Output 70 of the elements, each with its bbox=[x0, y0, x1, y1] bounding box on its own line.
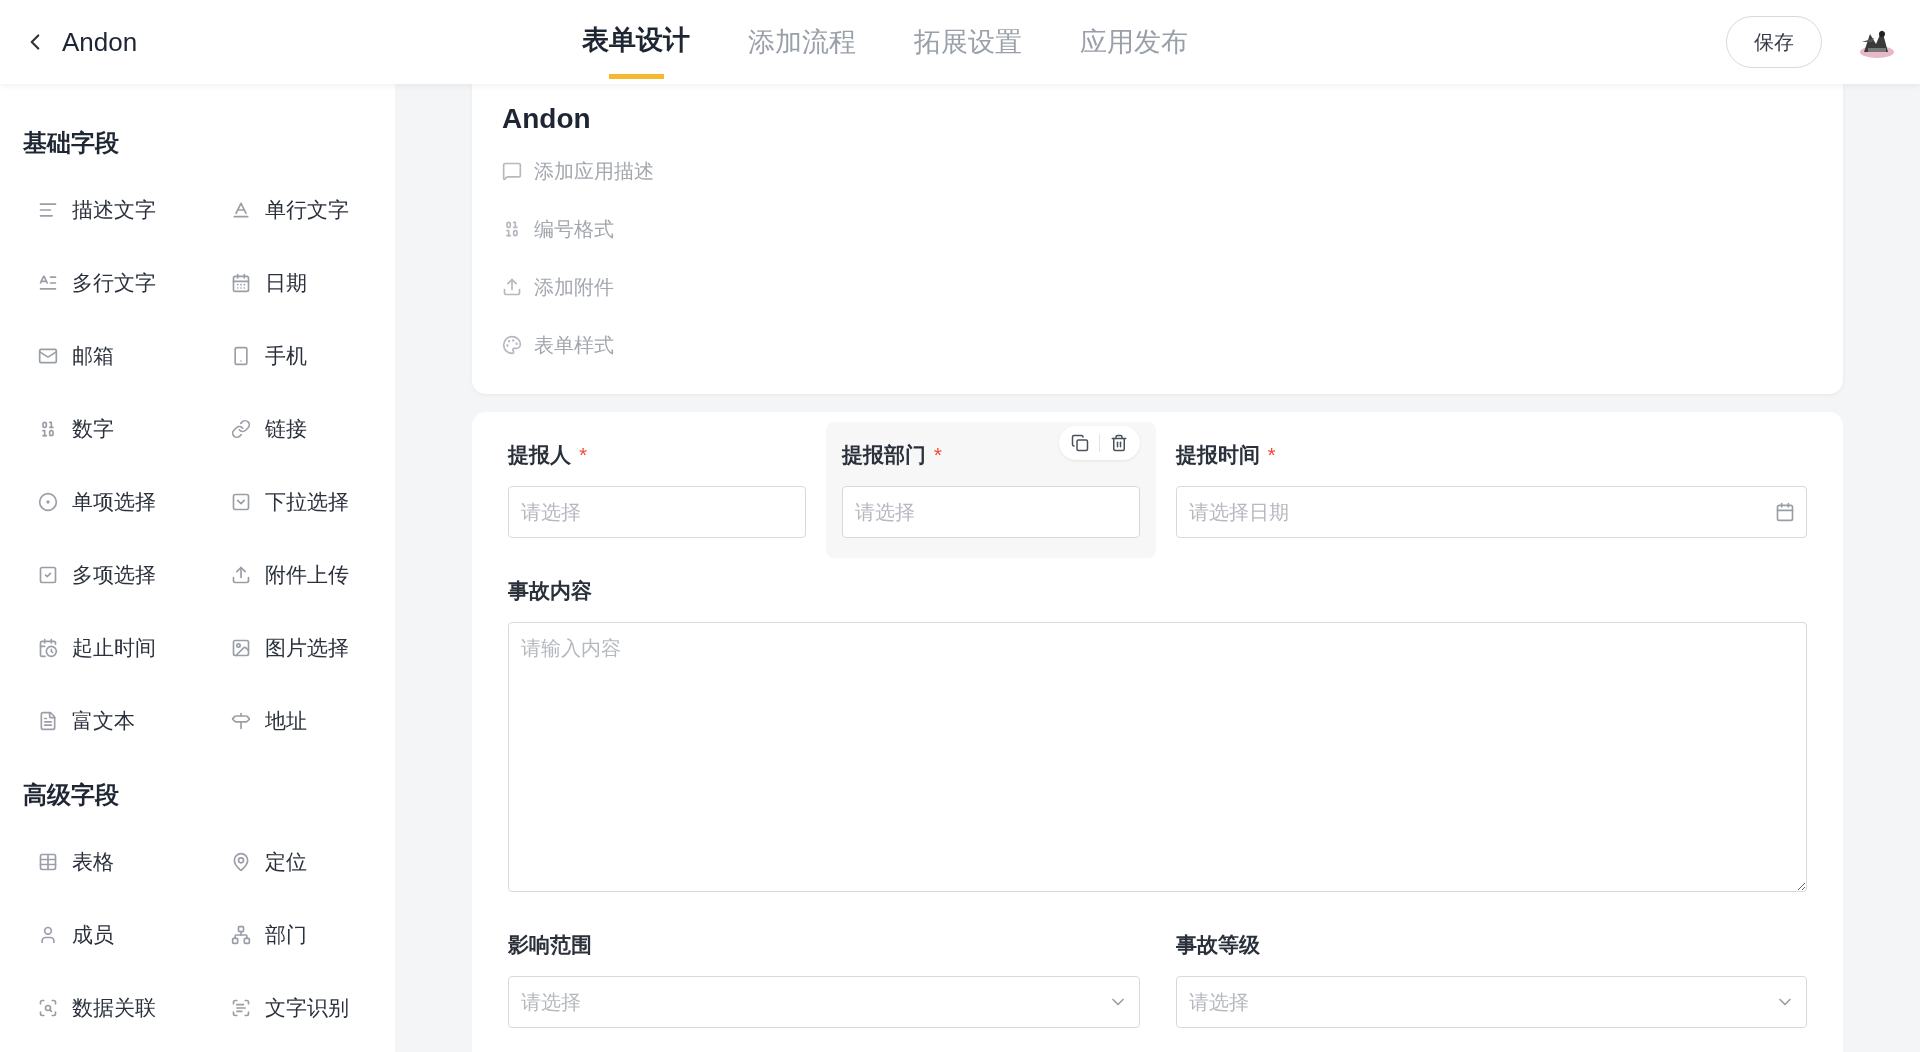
save-button[interactable]: 保存 bbox=[1726, 16, 1822, 68]
field-type-item[interactable]: 地址 bbox=[231, 701, 395, 741]
text-area[interactable]: 请输入内容 bbox=[508, 622, 1807, 892]
field-label: 提报时间 bbox=[1175, 442, 1260, 468]
map-pin-icon bbox=[231, 852, 251, 872]
person-icon bbox=[38, 925, 58, 945]
radio-icon bbox=[38, 492, 58, 512]
field-label: 提报人 bbox=[508, 442, 571, 468]
selected-field-highlight[interactable]: 提报部门 * 请选择 bbox=[825, 422, 1156, 558]
field-type-item[interactable]: 数字 bbox=[38, 409, 231, 449]
comment-icon bbox=[502, 161, 522, 181]
field-type-item[interactable]: 部门 bbox=[231, 915, 395, 955]
text-lines-icon bbox=[38, 273, 58, 293]
table-icon bbox=[38, 852, 58, 872]
required-mark: * bbox=[579, 443, 588, 467]
field-type-item[interactable]: 起止时间 bbox=[38, 628, 231, 668]
field-type-item[interactable]: 单项选择 bbox=[38, 482, 231, 522]
field-label: 影响范围 bbox=[508, 932, 592, 958]
field-type-item[interactable]: 定位 bbox=[231, 842, 395, 882]
signpost-icon bbox=[231, 711, 251, 731]
link-icon bbox=[231, 419, 251, 439]
field-type-item[interactable]: 表格 bbox=[38, 842, 231, 882]
field-type-item[interactable]: 链接 bbox=[231, 409, 395, 449]
field-type-item[interactable]: 单行文字 bbox=[231, 190, 395, 230]
field-type-item[interactable]: 多行文字 bbox=[38, 263, 231, 303]
select-field[interactable]: 请选择 bbox=[508, 486, 806, 538]
required-mark: * bbox=[933, 443, 942, 467]
lines-icon bbox=[38, 200, 58, 220]
image-icon bbox=[231, 638, 251, 658]
select-field[interactable]: 请选择 bbox=[841, 486, 1140, 538]
field-type-item[interactable]: 手机 bbox=[231, 336, 395, 376]
scan-search-icon bbox=[38, 998, 58, 1018]
phone-icon bbox=[231, 346, 251, 366]
field-type-item[interactable]: 图片选择 bbox=[231, 628, 395, 668]
dropdown-field[interactable]: 请选择 bbox=[1175, 976, 1807, 1028]
upload-icon bbox=[231, 565, 251, 585]
calendar-clock-icon bbox=[38, 638, 58, 658]
field-type-item[interactable]: 富文本 bbox=[38, 701, 231, 741]
field-label: 提报部门 bbox=[841, 442, 926, 468]
field-label: 事故等级 bbox=[1175, 932, 1260, 958]
scan-text-icon bbox=[231, 998, 251, 1018]
field-type-item[interactable]: 附件上传 bbox=[231, 555, 395, 595]
date-field[interactable]: 请选择日期 bbox=[1175, 486, 1807, 538]
form-title: Andon bbox=[502, 102, 592, 136]
field-type-item[interactable]: 邮箱 bbox=[38, 336, 231, 376]
palette-icon bbox=[502, 335, 522, 355]
field-type-item[interactable]: 多项选择 bbox=[38, 555, 231, 595]
required-mark: * bbox=[1267, 443, 1276, 467]
field-type-item[interactable]: 描述文字 bbox=[38, 190, 231, 230]
field-type-item[interactable]: 下拉选择 bbox=[231, 482, 395, 522]
field-type-item[interactable]: 成员 bbox=[38, 915, 231, 955]
dropdown-field[interactable]: 请选择 bbox=[508, 976, 1140, 1028]
upload-icon bbox=[502, 277, 522, 297]
document-icon bbox=[38, 711, 58, 731]
underlined-letter-icon bbox=[231, 200, 251, 220]
dropdown-icon bbox=[231, 492, 251, 512]
field-type-item[interactable]: 日期 bbox=[231, 263, 395, 303]
field-type-item[interactable]: 文字识别 bbox=[231, 988, 395, 1028]
checkbox-icon bbox=[38, 565, 58, 585]
calendar-icon bbox=[231, 273, 251, 293]
section-heading: 高级字段 bbox=[23, 780, 120, 810]
app-title: Andon bbox=[62, 26, 138, 58]
hierarchy-icon bbox=[231, 925, 251, 945]
field-type-item[interactable]: 数据关联 bbox=[38, 988, 231, 1028]
calendar-icon bbox=[1775, 502, 1795, 522]
copy-icon[interactable] bbox=[1070, 434, 1089, 452]
mail-icon bbox=[38, 346, 58, 366]
section-heading: 基础字段 bbox=[23, 128, 120, 158]
delete-icon[interactable] bbox=[1109, 434, 1128, 452]
field-label: 事故内容 bbox=[508, 578, 592, 604]
